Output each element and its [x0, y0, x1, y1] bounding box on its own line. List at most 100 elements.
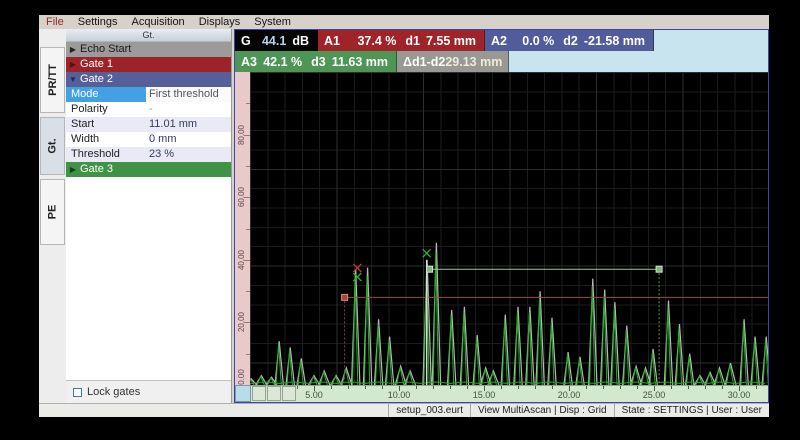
readout-a3: A3 42.1 % d3 11.63 mm [235, 51, 397, 72]
x-tick-mark [654, 386, 655, 391]
readout-filler [654, 30, 768, 51]
panel-list: ▶ Echo Start ▶ Gate 1 ▼ Gate 2 Mode First thres… [66, 42, 231, 177]
panel-footer: Lock gates [66, 381, 231, 403]
x-tick-mark [603, 386, 604, 389]
x-tick-mark [348, 386, 349, 389]
x-tick-label: 20.00 [557, 390, 581, 400]
x-tick-mark [739, 386, 740, 391]
x-tick-mark [399, 386, 400, 391]
side-tab-gt[interactable]: Gt. [40, 117, 65, 175]
x-tick-mark [297, 386, 298, 389]
x-tick-mark [433, 386, 434, 389]
readout-row-2: A3 42.1 % d3 11.63 mm Δd1-d2 29.13 mm [235, 51, 768, 72]
x-tick-mark [314, 386, 315, 391]
readout-label: A3 [241, 54, 257, 69]
param-row-threshold[interactable]: Threshold 23 % [66, 147, 231, 162]
param-value[interactable]: First threshold [146, 87, 231, 102]
axis-corner-box[interactable] [235, 385, 251, 402]
y-axis-strip: 0.00 20.00 40.00 60.00 80.00 [235, 72, 250, 385]
panel-section-label: Gate 3 [80, 163, 114, 175]
readout-value: 37.4 % [357, 33, 397, 48]
readout-label: G [241, 33, 251, 48]
readout-value: 29.13 mm [445, 54, 503, 69]
status-bar: setup_003.eurt View MultiAscan | Disp : G… [39, 403, 769, 417]
readout-unit: dB [292, 33, 309, 48]
signal-trace [250, 252, 768, 385]
x-tick-mark [620, 386, 621, 389]
readout-value: 42.1 % [263, 54, 303, 69]
side-tab-prtt[interactable]: PR/TT [40, 47, 65, 113]
gates-parameter-panel: Gt. ▶ Echo Start ▶ Gate 1 ▼ Gate 2 Mode First t… [66, 29, 232, 403]
axis-scroll-button-3[interactable] [282, 386, 296, 401]
chevron-right-icon: ▶ [69, 165, 77, 174]
status-cell-2: View MultiAscan | Disp : Grid [470, 404, 614, 417]
x-tick-label: 30.00 [727, 390, 751, 400]
param-label: Polarity [71, 103, 108, 115]
param-row-mode[interactable]: Mode First threshold [66, 87, 231, 102]
readout-a2: A2 0.0 % d2 -21.58 mm [485, 30, 654, 51]
axis-scroll-button-1[interactable] [252, 386, 266, 401]
readout-label: Δd1-d2 [403, 54, 446, 69]
menu-settings[interactable]: Settings [71, 15, 125, 29]
x-tick-mark [552, 386, 553, 389]
x-tick-mark [671, 386, 672, 389]
panel-section-gate-3[interactable]: ▶ Gate 3 [66, 162, 231, 177]
x-tick-mark [518, 386, 519, 389]
readout-filler [509, 51, 768, 72]
waveform-overlay [250, 242, 768, 385]
x-tick-mark [484, 386, 485, 391]
x-tick-label: 5.00 [305, 390, 323, 400]
menu-displays[interactable]: Displays [192, 15, 248, 29]
param-label: Threshold [71, 148, 120, 160]
ascan-plot: 0.00 20.00 40.00 60.00 80.00 5.00 10.00 15.00 2… [235, 72, 768, 402]
param-row-start[interactable]: Start 11.01 mm [66, 117, 231, 132]
x-tick-label: 25.00 [642, 390, 666, 400]
chevron-right-icon: ▶ [69, 60, 77, 69]
side-tab-label: Gt. [46, 138, 59, 154]
readout-row-1: G 44.1 dB A1 37.4 % d1 7.55 mm A2 0.0 % d2 -21.58 … [235, 30, 768, 51]
app-window: File Settings Acquisition Displays System PR… [39, 15, 769, 417]
menu-system[interactable]: System [247, 15, 298, 29]
param-row-polarity[interactable]: Polarity - [66, 102, 231, 117]
side-tab-label: PE [46, 204, 59, 220]
readout-label: A2 [491, 33, 507, 48]
readout-value-2: 11.63 mm [331, 54, 388, 69]
x-tick-mark [382, 386, 383, 389]
panel-section-label: Gate 2 [80, 73, 114, 85]
x-tick-mark [416, 386, 417, 389]
param-row-width[interactable]: Width 0 mm [66, 132, 231, 147]
param-label: Start [71, 118, 95, 130]
panel-section-gate-1[interactable]: ▶ Gate 1 [66, 57, 231, 72]
menu-file[interactable]: File [39, 15, 71, 29]
x-tick-mark [705, 386, 706, 389]
axis-scroll-button-2[interactable] [267, 386, 281, 401]
d1-cross-green-marker [352, 272, 362, 282]
param-label: Width [71, 133, 100, 145]
param-value[interactable]: 0 mm [146, 132, 231, 147]
param-value[interactable]: 11.01 mm [146, 117, 231, 132]
panel-section-label: Echo Start [80, 43, 132, 55]
x-tick-mark [688, 386, 689, 389]
gate3-end-handle[interactable] [655, 265, 663, 273]
side-tab-pe[interactable]: PE [40, 179, 65, 245]
status-cell-1: setup_003.eurt [388, 404, 470, 417]
panel-section-echo-start[interactable]: ▶ Echo Start [66, 42, 231, 57]
readout-value-2: -21.58 mm [583, 33, 645, 48]
readout-value: 44.1 [261, 33, 287, 48]
side-tab-label: PR/TT [46, 64, 59, 96]
param-value[interactable]: - [146, 102, 231, 117]
menu-acquisition[interactable]: Acquisition [124, 15, 191, 29]
gate3-start-handle[interactable] [426, 265, 434, 273]
x-tick-mark [722, 386, 723, 389]
readout-gain: G 44.1 dB [235, 30, 318, 51]
status-cell-3: State : SETTINGS | User : User [613, 404, 769, 417]
readout-label-2: d3 [311, 54, 326, 69]
param-label: Mode [66, 87, 146, 102]
readout-label-2: d1 [405, 33, 420, 48]
param-value[interactable]: 23 % [146, 147, 231, 162]
readout-value-2: 7.55 mm [425, 33, 476, 48]
x-axis-strip: 5.00 10.00 15.00 20.00 25.00 30.00 [235, 385, 768, 402]
panel-section-gate-2[interactable]: ▼ Gate 2 [66, 72, 231, 87]
gate1-start-handle[interactable] [341, 293, 349, 301]
lock-gates-checkbox[interactable] [73, 387, 82, 397]
